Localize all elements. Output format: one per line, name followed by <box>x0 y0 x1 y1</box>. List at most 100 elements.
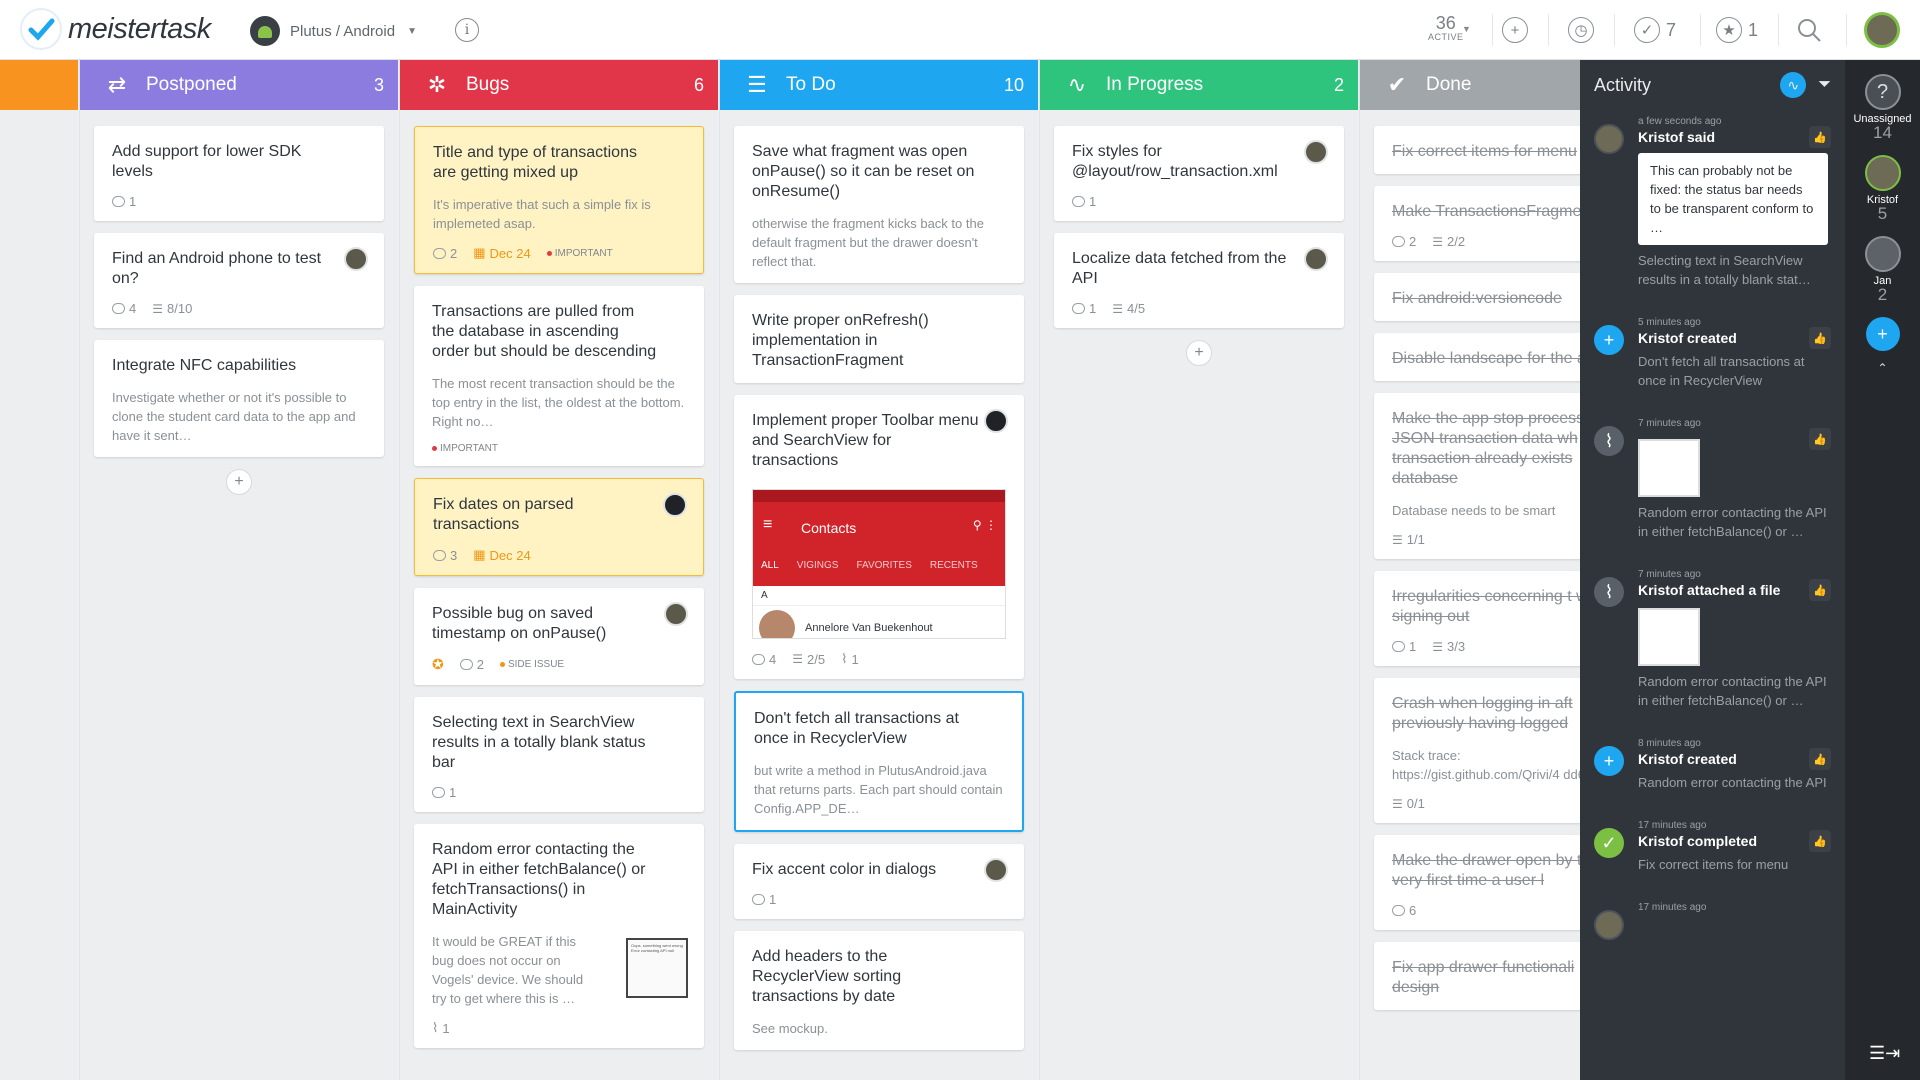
task-card[interactable]: Irregularities concerning t when signing… <box>1374 571 1580 666</box>
task-card[interactable]: Add headers to the RecyclerView sorting … <box>734 931 1024 1050</box>
collapsed-section-header[interactable] <box>0 60 78 110</box>
task-card[interactable]: Title and type of transactions are getti… <box>414 126 704 274</box>
activity-actor: Kristof created <box>1638 330 1737 346</box>
tag-dot-icon <box>432 446 437 451</box>
activity-item[interactable]: + 5 minutes ago Kristof created Don't fe… <box>1580 311 1845 390</box>
thumbs-up-icon[interactable]: 👍 <box>1809 428 1831 450</box>
task-card[interactable]: Disable landscape for the app <box>1374 333 1580 381</box>
task-card[interactable]: Fix android:versioncode <box>1374 273 1580 321</box>
thumbs-up-icon[interactable]: 👍 <box>1809 748 1831 770</box>
activity-item[interactable]: 17 minutes ago <box>1580 896 1845 940</box>
task-card[interactable]: Make the drawer open by the very first t… <box>1374 835 1580 930</box>
column-header-todo[interactable]: ☰ To Do 10 <box>720 60 1038 110</box>
task-card[interactable]: Transactions are pulled from the databas… <box>414 286 704 466</box>
task-card[interactable]: Make the app stop process JSON transacti… <box>1374 393 1580 559</box>
comment-icon <box>1392 236 1405 247</box>
column-header-bugs[interactable]: ✲ Bugs 6 <box>400 60 718 110</box>
task-card[interactable]: Find an Android phone to test on? 4 ☰ 8/10 <box>94 233 384 328</box>
assignee-avatar[interactable] <box>984 858 1008 882</box>
activity-text: Random error contacting the API <box>1638 775 1827 790</box>
assignee-avatar[interactable] <box>1304 247 1328 271</box>
column-header-postponed[interactable]: ⇄ Postponed 3 <box>80 60 398 110</box>
thumbs-up-icon[interactable]: 👍 <box>1809 126 1831 148</box>
task-card[interactable]: Possible bug on saved timestamp on onPau… <box>414 588 704 685</box>
task-card[interactable]: Integrate NFC capabilities Investigate w… <box>94 340 384 457</box>
task-title: Don't fetch all transactions at once in … <box>754 710 959 747</box>
thumbs-up-icon[interactable]: 👍 <box>1809 830 1831 852</box>
task-card[interactable]: Don't fetch all transactions at once in … <box>734 691 1024 832</box>
comment-icon <box>752 653 765 665</box>
activity-item[interactable]: + 8 minutes ago Kristof created Random e… <box>1580 732 1845 792</box>
check-icon <box>20 8 62 50</box>
member-task-count: 5 <box>1877 204 1888 223</box>
attachment-count: 1 <box>851 651 859 667</box>
thumbs-up-icon[interactable]: 👍 <box>1809 327 1831 349</box>
pulse-icon: ∿ <box>1067 72 1087 97</box>
user-avatar[interactable] <box>1864 12 1900 48</box>
member-kristof[interactable]: Kristof 5 <box>1845 155 1920 222</box>
task-card[interactable]: Add support for lower SDK levels 1 <box>94 126 384 221</box>
list-icon: ☰ <box>747 72 767 97</box>
starred-button[interactable]: ★ 1 <box>1716 17 1758 43</box>
task-card[interactable]: Fix dates on parsed transactions 3 ▦ Dec 2… <box>414 478 704 576</box>
task-card[interactable]: Random error contacting the API in eithe… <box>414 824 704 1048</box>
task-card[interactable]: Save what fragment was open onPause() so… <box>734 126 1024 283</box>
column-header-in-progress[interactable]: ∿ In Progress 2 <box>1040 60 1358 110</box>
member-task-count: 2 <box>1877 285 1888 304</box>
comment-icon <box>1392 905 1405 916</box>
task-card[interactable]: Crash when logging in aft previously hav… <box>1374 678 1580 823</box>
my-tasks-button[interactable]: ✓ 7 <box>1634 17 1676 43</box>
task-card[interactable]: Localize data fetched from the API 1 ☰ 4/5 <box>1054 233 1344 328</box>
assignee-avatar[interactable] <box>663 493 687 517</box>
task-card[interactable]: Make TransactionsFragme 2 ☰ 2/2 <box>1374 186 1580 261</box>
stack-trace-link[interactable]: https://gist.github.com/Qrivi/4 dd6c44b4… <box>1392 765 1580 784</box>
collapsed-section[interactable] <box>0 60 78 1080</box>
task-card[interactable]: Fix styles for @layout/row_transaction.x… <box>1054 126 1344 221</box>
star-icon[interactable]: ✪ <box>432 656 444 673</box>
thumbs-up-icon[interactable]: 👍 <box>1809 579 1831 601</box>
activity-item[interactable]: ⌇ 7 minutes ago Random error contacting … <box>1580 412 1845 541</box>
comment-count: 1 <box>449 785 457 800</box>
active-tasks-filter[interactable]: 36 ACTIVE <box>1428 14 1464 42</box>
assignee-avatar[interactable] <box>1304 140 1328 164</box>
task-card[interactable]: Write proper onRefresh() implementation … <box>734 295 1024 383</box>
activity-item[interactable]: ✓ 17 minutes ago Kristof completed Fix c… <box>1580 814 1845 874</box>
member-jan[interactable]: Jan 2 <box>1845 236 1920 303</box>
task-card[interactable]: Fix correct items for menu <box>1374 126 1580 174</box>
plus-icon: + <box>1502 17 1528 43</box>
search-button[interactable] <box>1796 17 1822 43</box>
column-header-done[interactable]: ✔ Done <box>1360 60 1580 110</box>
task-card[interactable]: Selecting text in SearchView results in … <box>414 697 704 812</box>
add-task-button[interactable]: + <box>1502 17 1528 43</box>
time-tracking-button[interactable]: ◷ <box>1568 17 1594 43</box>
task-card[interactable]: Fix app drawer functionali design <box>1374 942 1580 1010</box>
chevron-up-icon[interactable]: ⌃ <box>1845 361 1920 375</box>
assignee-avatar[interactable] <box>984 409 1008 433</box>
collapse-panel-icon[interactable]: ☰⇥ <box>1869 1043 1900 1064</box>
attachment-thumbnail[interactable] <box>1638 608 1700 666</box>
add-member-button[interactable]: + <box>1865 317 1900 351</box>
activity-item[interactable]: ⌇ 7 minutes ago Kristof attached a file … <box>1580 563 1845 710</box>
comment-count: 3 <box>450 547 458 563</box>
pulse-icon[interactable]: ∿ <box>1780 72 1807 98</box>
member-task-count: 14 <box>1873 123 1892 142</box>
screenshot-attachment[interactable]: ≡ Contacts ⚲ ⋮ ALL VIGINGS FAVORITES REC… <box>752 489 1006 639</box>
column-in-progress: ∿ In Progress 2 Fix styles for @layout/r… <box>1039 60 1358 1080</box>
member-unassigned[interactable]: ? Unassigned 14 <box>1845 74 1920 141</box>
attachment-thumbnail[interactable] <box>1638 439 1700 497</box>
chevron-down-icon[interactable]: ▼ <box>1462 24 1471 34</box>
checklist-count: 3/3 <box>1447 639 1466 654</box>
project-selector[interactable]: Plutus / Android ▼ <box>250 16 417 46</box>
add-task-plus-icon[interactable]: + <box>1186 340 1212 366</box>
assignee-avatar[interactable] <box>344 247 368 271</box>
filter-icon[interactable]: ⏷ <box>1818 76 1831 94</box>
add-task-plus-icon[interactable]: + <box>226 469 252 495</box>
activity-item[interactable]: a few seconds ago Kristof said This can … <box>1580 110 1845 289</box>
app-logo[interactable]: meistertask <box>20 8 211 50</box>
info-icon[interactable]: i <box>455 18 479 42</box>
task-card[interactable]: Implement proper Toolbar menu and Search… <box>734 395 1024 679</box>
task-description: It's imperative that such a simple fix i… <box>433 197 651 231</box>
task-card[interactable]: Fix accent color in dialogs 1 <box>734 844 1024 919</box>
assignee-avatar[interactable] <box>664 602 688 626</box>
attachment-thumbnail[interactable]: Oops, something went wrong Error contacti… <box>626 938 688 998</box>
